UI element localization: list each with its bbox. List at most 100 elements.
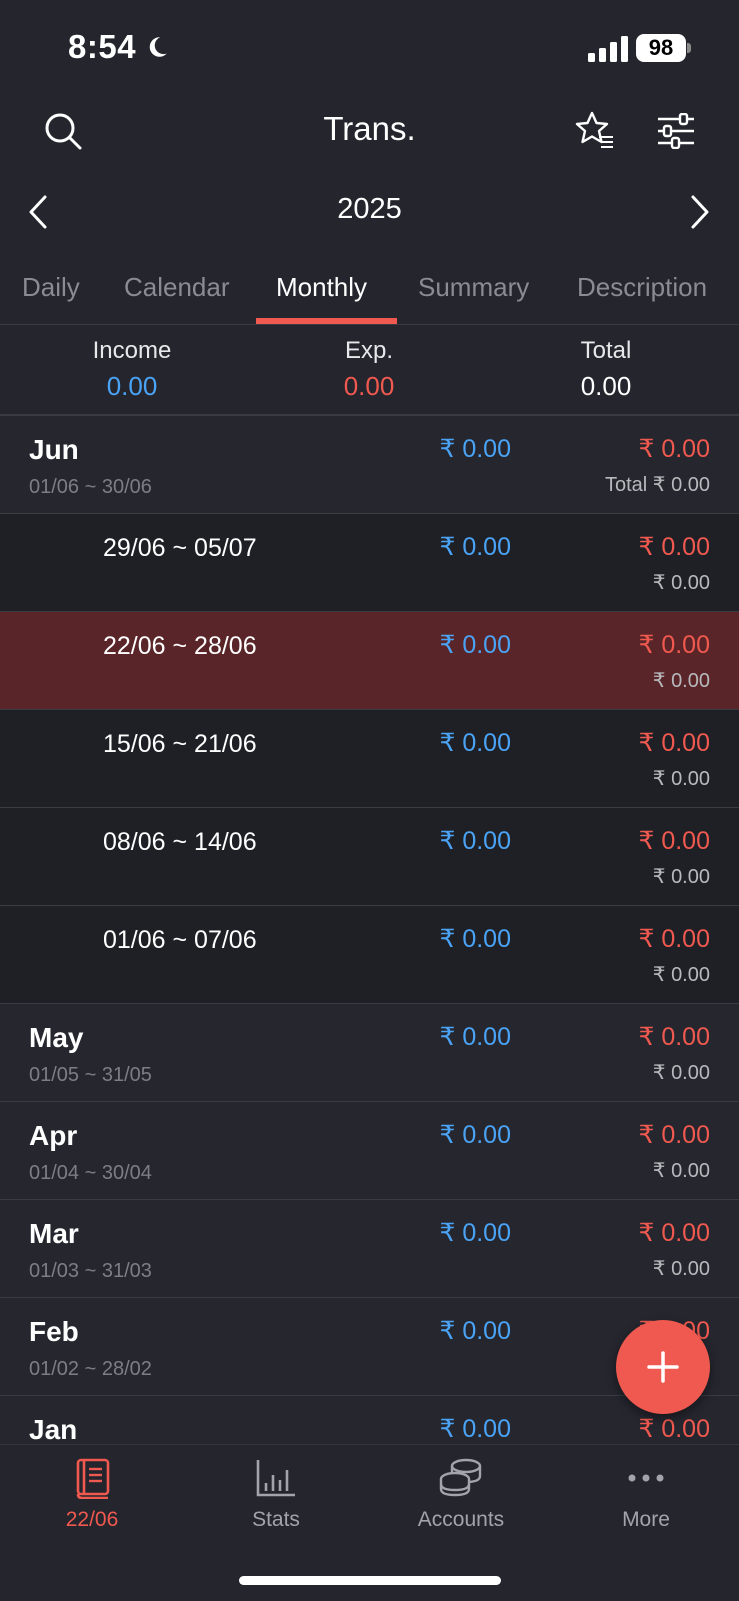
expense-value: 0.00 [343, 371, 395, 401]
row-total: ₹ 0.00 [652, 1062, 710, 1084]
status-time-text: 8:54 [68, 28, 137, 65]
row-income: ₹ 0.00 [439, 827, 511, 855]
nav-label: Stats [252, 1508, 300, 1531]
tab-daily[interactable]: Daily [22, 272, 80, 303]
month-row[interactable]: Jan ₹ 0.00 ₹ 0.00 [0, 1396, 739, 1444]
signal-icon [588, 36, 628, 62]
status-bar: 8:54 98 [0, 0, 739, 95]
month-range: 01/02 ~ 28/02 [29, 1358, 152, 1380]
view-tabs: Daily Calendar Monthly Summary Descripti… [0, 262, 739, 324]
expense-label: Exp. [344, 337, 394, 364]
month-row[interactable]: May 01/05 ~ 31/05 ₹ 0.00 ₹ 0.00 ₹ 0.00 [0, 1004, 739, 1102]
book-icon [76, 1458, 110, 1500]
row-income: ₹ 0.00 [439, 1317, 511, 1345]
row-total: ₹ 0.00 [652, 1160, 710, 1182]
row-income: ₹ 0.00 [439, 533, 511, 561]
year-label: 2025 [337, 193, 402, 225]
month-range: 01/05 ~ 31/05 [29, 1064, 152, 1086]
month-row[interactable]: Mar 01/03 ~ 31/03 ₹ 0.00 ₹ 0.00 ₹ 0.00 [0, 1200, 739, 1298]
row-income: ₹ 0.00 [439, 1219, 511, 1247]
bookmark-button[interactable] [570, 108, 620, 154]
sliders-icon [658, 113, 694, 149]
month-name: May [29, 1022, 84, 1053]
status-time: 8:54 [68, 28, 170, 66]
period-list: Jun 01/06 ~ 30/06 ₹ 0.00 ₹ 0.00 Total ₹ … [0, 416, 739, 1444]
row-expense: ₹ 0.00 [638, 1023, 710, 1051]
chevron-right-icon [691, 195, 709, 229]
week-row[interactable]: 08/06 ~ 14/06 ₹ 0.00 ₹ 0.00 ₹ 0.00 [0, 808, 739, 906]
week-row[interactable]: 29/06 ~ 05/07 ₹ 0.00 ₹ 0.00 ₹ 0.00 [0, 514, 739, 612]
row-total: ₹ 0.00 [652, 670, 710, 692]
row-total: ₹ 0.00 [652, 964, 710, 986]
home-indicator[interactable] [239, 1576, 501, 1585]
row-expense: ₹ 0.00 [638, 533, 710, 561]
income-summary: Income 0.00 [32, 337, 232, 402]
nav-stats[interactable]: Stats [186, 1457, 366, 1532]
row-expense: ₹ 0.00 [638, 925, 710, 953]
moon-icon [149, 37, 167, 57]
month-range: 01/06 ~ 30/06 [29, 476, 152, 498]
row-expense: ₹ 0.00 [638, 1415, 710, 1443]
row-expense: ₹ 0.00 [638, 631, 710, 659]
week-range: 22/06 ~ 28/06 [103, 632, 257, 660]
row-total: ₹ 0.00 [652, 572, 710, 594]
totals-summary: Income 0.00 Exp. 0.00 Total 0.00 [0, 325, 739, 415]
battery-indicator: 98 [636, 34, 692, 62]
week-range: 08/06 ~ 14/06 [103, 828, 257, 856]
row-total: ₹ 0.00 [652, 768, 710, 790]
row-expense: ₹ 0.00 [638, 1219, 710, 1247]
expense-summary: Exp. 0.00 [269, 337, 469, 402]
week-range: 29/06 ~ 05/07 [103, 534, 257, 562]
row-total: ₹ 0.00 [652, 866, 710, 888]
week-row-current[interactable]: 22/06 ~ 28/06 ₹ 0.00 ₹ 0.00 ₹ 0.00 [0, 612, 739, 710]
month-name: Jan [29, 1414, 78, 1444]
row-income: ₹ 0.00 [439, 729, 511, 757]
week-row[interactable]: 15/06 ~ 21/06 ₹ 0.00 ₹ 0.00 ₹ 0.00 [0, 710, 739, 808]
row-expense: ₹ 0.00 [638, 1121, 710, 1149]
row-total: ₹ 0.00 [652, 1258, 710, 1280]
add-transaction-button[interactable] [616, 1320, 710, 1414]
nav-label: Accounts [417, 1508, 505, 1531]
row-expense: ₹ 0.00 [638, 729, 710, 757]
nav-more[interactable]: More [556, 1457, 736, 1532]
plus-icon [647, 1351, 679, 1383]
star-list-icon [575, 111, 613, 148]
row-income: ₹ 0.00 [439, 925, 511, 953]
row-expense: ₹ 0.00 [638, 827, 710, 855]
row-expense: ₹ 0.00 [638, 435, 710, 463]
next-year-button[interactable] [684, 190, 716, 234]
nav-accounts[interactable]: Accounts [371, 1457, 551, 1532]
month-name: Feb [29, 1316, 79, 1347]
week-row[interactable]: 01/06 ~ 07/06 ₹ 0.00 ₹ 0.00 ₹ 0.00 [0, 906, 739, 1004]
tab-description[interactable]: Description [577, 272, 707, 303]
income-value: 0.00 [106, 371, 158, 401]
nav-label: More [622, 1508, 670, 1531]
tab-summary[interactable]: Summary [418, 272, 529, 303]
month-name: Jun [29, 434, 79, 465]
tab-calendar[interactable]: Calendar [124, 272, 230, 303]
tab-monthly[interactable]: Monthly [276, 272, 367, 303]
week-range: 01/06 ~ 07/06 [103, 926, 257, 954]
month-range: 01/04 ~ 30/04 [29, 1162, 152, 1184]
total-value: 0.00 [580, 371, 632, 401]
row-total: Total ₹ 0.00 [604, 474, 710, 496]
nav-transactions[interactable]: 22/06 [2, 1457, 182, 1532]
month-row[interactable]: Jun 01/06 ~ 30/06 ₹ 0.00 ₹ 0.00 Total ₹ … [0, 416, 739, 514]
week-range: 15/06 ~ 21/06 [103, 730, 257, 758]
row-income: ₹ 0.00 [439, 1415, 511, 1443]
row-income: ₹ 0.00 [439, 1023, 511, 1051]
bar-chart-icon [256, 1460, 295, 1497]
battery-nub [687, 43, 691, 53]
page-title: Trans. [323, 110, 416, 147]
total-label: Total [580, 337, 632, 364]
row-income: ₹ 0.00 [439, 1121, 511, 1149]
total-summary: Total 0.00 [506, 337, 706, 402]
coins-icon [439, 1458, 482, 1497]
month-name: Mar [29, 1218, 79, 1249]
filter-settings-button[interactable] [652, 108, 700, 154]
month-name: Apr [29, 1120, 78, 1151]
row-income: ₹ 0.00 [439, 435, 511, 463]
income-label: Income [92, 337, 172, 364]
month-row[interactable]: Apr 01/04 ~ 30/04 ₹ 0.00 ₹ 0.00 ₹ 0.00 [0, 1102, 739, 1200]
battery-level: 98 [636, 34, 686, 62]
